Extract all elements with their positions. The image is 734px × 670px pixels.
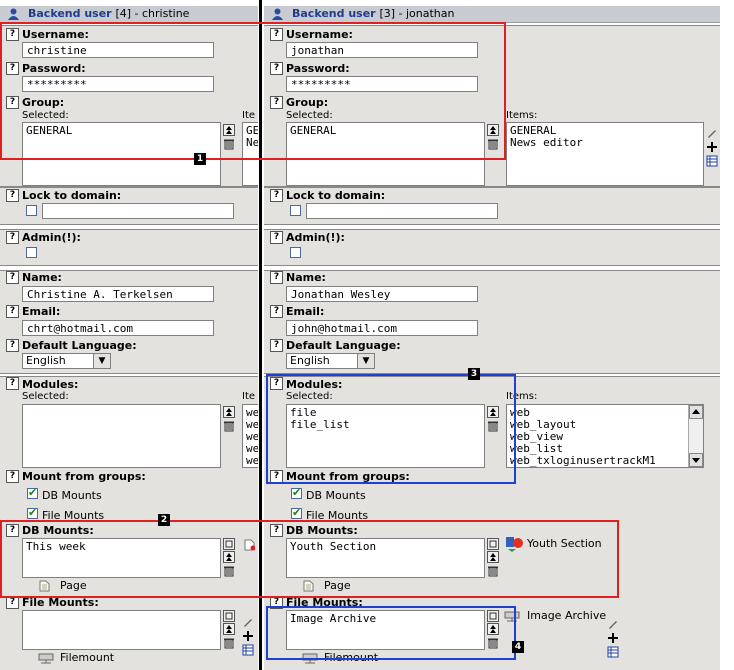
help-icon[interactable]: ?: [270, 339, 283, 352]
right-lock-checkbox[interactable]: [290, 205, 301, 216]
left-modules-label: Modules:: [22, 378, 79, 391]
left-name-label: Name:: [22, 271, 62, 284]
left-filemount-label: Filemount: [60, 651, 115, 664]
help-icon[interactable]: ?: [6, 271, 19, 284]
right-modules-items-list[interactable]: web web_layout web_view web_list web_txl…: [506, 404, 704, 468]
right-modules-scrollbar[interactable]: [688, 405, 703, 467]
help-icon[interactable]: ?: [6, 377, 19, 390]
right-title-sub: [3] - jonathan: [379, 7, 455, 20]
right-email-label: Email:: [286, 305, 325, 318]
left-language-label: Default Language:: [22, 339, 137, 352]
help-icon[interactable]: ?: [6, 305, 19, 318]
left-modules-selected-label: Selected:: [22, 391, 69, 402]
annotation-box-4: [266, 606, 516, 660]
user-icon: [272, 8, 283, 20]
right-title-main: Backend user: [292, 7, 376, 20]
annotation-box-3: [266, 374, 516, 484]
help-icon[interactable]: ?: [6, 189, 19, 202]
left-email-input[interactable]: chrt@hotmail.com: [22, 320, 214, 336]
annotation-number-2: 2: [158, 514, 170, 526]
left-modules-selected-list[interactable]: [22, 404, 221, 468]
help-icon[interactable]: ?: [270, 231, 283, 244]
edit-pencil-icon[interactable]: [242, 616, 254, 628]
annotation-number-4: 4: [512, 641, 524, 653]
annotation-box-1: [0, 22, 506, 160]
help-icon[interactable]: ?: [270, 271, 283, 284]
list-icon[interactable]: [607, 646, 619, 658]
right-lock-input[interactable]: [306, 203, 498, 219]
left-lock-label: Lock to domain:: [22, 189, 122, 202]
chevron-down-icon[interactable]: ▼: [357, 354, 374, 368]
left-admin-label: Admin(!):: [22, 231, 81, 244]
left-dbmounts-check-label: DB Mounts: [42, 489, 102, 502]
left-lock-checkbox[interactable]: [26, 205, 37, 216]
edit-pencil-icon[interactable]: [706, 127, 718, 139]
edit-pencil-icon[interactable]: [607, 618, 619, 630]
right-group-items-list[interactable]: GENERAL News editor: [506, 122, 704, 186]
user-icon: [8, 8, 19, 20]
left-title-bar: Backend user [4] - christine: [0, 6, 258, 23]
help-icon[interactable]: ?: [270, 305, 283, 318]
add-icon[interactable]: [607, 632, 619, 644]
add-icon[interactable]: [242, 630, 254, 642]
list-icon[interactable]: [706, 155, 718, 167]
right-admin-checkbox[interactable]: [290, 247, 301, 258]
right-filemounts-checkbox[interactable]: [291, 506, 302, 519]
right-dbmounts-check-label: DB Mounts: [306, 489, 366, 502]
chevron-down-icon[interactable]: ▼: [93, 354, 110, 368]
right-email-input[interactable]: john@hotmail.com: [286, 320, 478, 336]
help-icon[interactable]: ?: [6, 231, 19, 244]
right-language-label: Default Language:: [286, 339, 401, 352]
right-lock-label: Lock to domain:: [286, 189, 386, 202]
right-name-input[interactable]: Jonathan Wesley: [286, 286, 478, 302]
right-name-label: Name:: [286, 271, 326, 284]
trash-icon[interactable]: [223, 420, 235, 432]
left-title-main: Backend user: [28, 7, 112, 20]
list-icon[interactable]: [242, 644, 254, 656]
annotation-number-3: 3: [468, 368, 480, 380]
right-language-value: English: [290, 354, 330, 367]
annotation-box-2: [0, 520, 619, 598]
left-admin-checkbox[interactable]: [26, 247, 37, 258]
left-modules-items-label: Ite: [242, 391, 256, 402]
left-title-sub: [4] - christine: [115, 7, 190, 20]
left-dbmounts-checkbox[interactable]: [27, 486, 38, 499]
add-icon[interactable]: [706, 141, 718, 153]
move-up-icon[interactable]: [223, 406, 235, 418]
left-name-input[interactable]: Christine A. Terkelsen: [22, 286, 214, 302]
help-icon[interactable]: ?: [270, 189, 283, 202]
help-icon[interactable]: ?: [6, 470, 19, 483]
left-language-value: English: [26, 354, 66, 367]
annotation-number-1: 1: [194, 153, 206, 165]
left-email-label: Email:: [22, 305, 61, 318]
right-filemounts-item[interactable]: Image Archive: [527, 609, 606, 622]
right-dbmounts-checkbox[interactable]: [291, 486, 302, 499]
move-up-icon[interactable]: [223, 623, 235, 635]
scroll-up-icon[interactable]: [689, 405, 703, 419]
left-filemounts-checkbox[interactable]: [27, 506, 38, 519]
help-icon[interactable]: ?: [6, 339, 19, 352]
filemount-icon: [38, 653, 54, 664]
left-language-select[interactable]: English ▼: [22, 353, 111, 369]
right-group-items-label: Items:: [506, 110, 538, 121]
right-title-bar: Backend user [3] - jonathan: [264, 6, 720, 23]
right-language-select[interactable]: English ▼: [286, 353, 375, 369]
scroll-down-icon[interactable]: [689, 453, 703, 467]
left-modules-items-list[interactable]: we we we we we: [242, 404, 258, 468]
trash-icon[interactable]: [223, 637, 235, 649]
right-admin-label: Admin(!):: [286, 231, 345, 244]
browse-icon[interactable]: [223, 610, 235, 622]
left-mount-groups-label: Mount from groups:: [22, 470, 146, 483]
left-filemounts-list[interactable]: [22, 610, 221, 650]
left-lock-input[interactable]: [42, 203, 234, 219]
